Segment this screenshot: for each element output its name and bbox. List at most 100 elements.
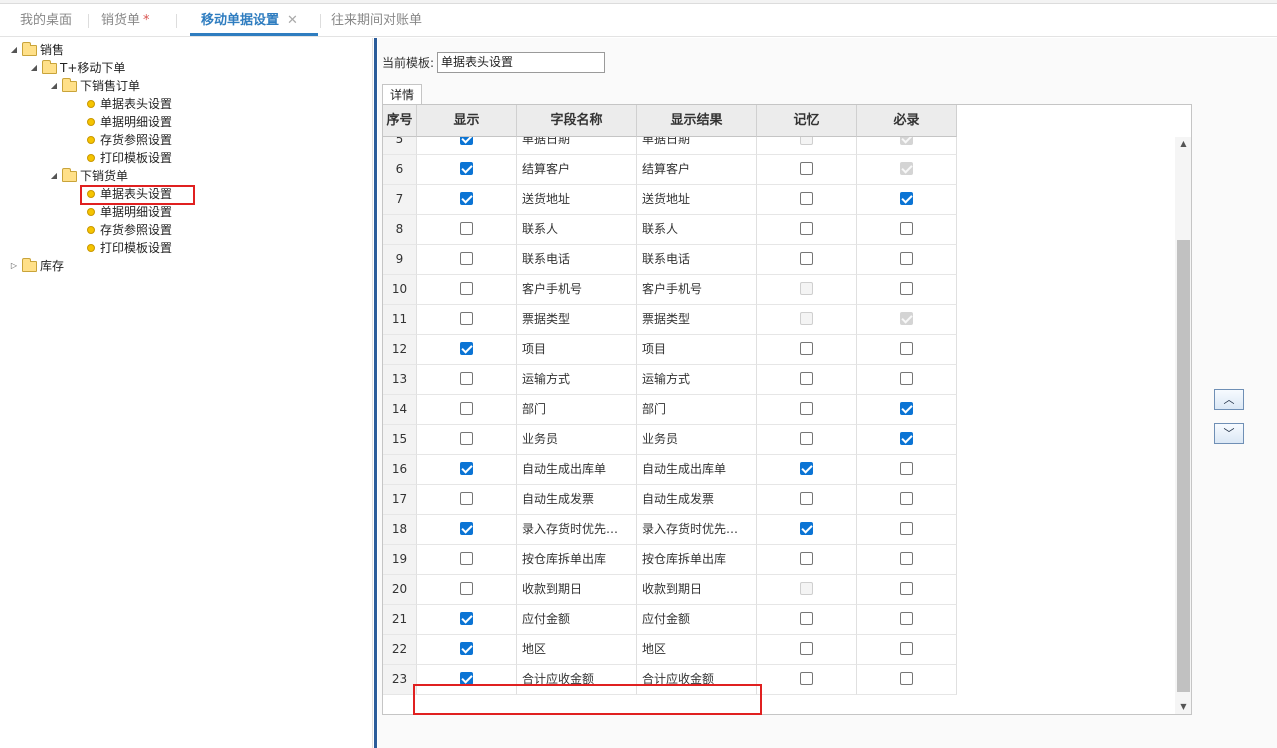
tree-node-sales[interactable]: ◢ 销售 bbox=[0, 41, 200, 59]
required-checkbox[interactable] bbox=[900, 552, 913, 565]
memory-checkbox[interactable] bbox=[800, 342, 813, 355]
cell-display-result[interactable]: 联系人 bbox=[637, 215, 757, 245]
table-row[interactable]: 7 送货地址 送货地址 bbox=[383, 185, 957, 215]
memory-checkbox[interactable] bbox=[800, 612, 813, 625]
tree-node-sales-order[interactable]: ◢ 下销售订单 bbox=[0, 77, 200, 95]
cell-display-result[interactable]: 业务员 bbox=[637, 425, 757, 455]
show-checkbox[interactable] bbox=[460, 642, 473, 655]
memory-checkbox[interactable] bbox=[800, 462, 813, 475]
show-checkbox[interactable] bbox=[460, 402, 473, 415]
show-checkbox[interactable] bbox=[460, 372, 473, 385]
scroll-up-icon[interactable]: ▲ bbox=[1175, 137, 1191, 151]
expand-arrow-icon[interactable]: ◢ bbox=[9, 41, 19, 59]
required-checkbox[interactable] bbox=[900, 642, 913, 655]
table-row[interactable]: 12 项目 项目 bbox=[383, 335, 957, 365]
table-row[interactable]: 10 客户手机号 客户手机号 bbox=[383, 275, 957, 305]
show-checkbox[interactable] bbox=[460, 282, 473, 295]
show-checkbox[interactable] bbox=[460, 432, 473, 445]
tree-leaf[interactable]: 打印模板设置 bbox=[0, 239, 200, 257]
show-checkbox[interactable] bbox=[460, 522, 473, 535]
cell-display-result[interactable]: 按仓库拆单出库 bbox=[637, 545, 757, 575]
show-checkbox[interactable] bbox=[460, 462, 473, 475]
column-header-required[interactable]: 必录 bbox=[857, 105, 957, 137]
cell-display-result[interactable]: 自动生成出库单 bbox=[637, 455, 757, 485]
cell-display-result[interactable]: 应付金额 bbox=[637, 605, 757, 635]
required-checkbox[interactable] bbox=[900, 252, 913, 265]
tree-leaf[interactable]: 打印模板设置 bbox=[0, 149, 200, 167]
show-checkbox[interactable] bbox=[460, 162, 473, 175]
move-up-button[interactable]: ︿ bbox=[1214, 389, 1244, 410]
tree-leaf[interactable]: 单据明细设置 bbox=[0, 113, 200, 131]
table-row[interactable]: 5 单据日期 单据日期 bbox=[383, 137, 957, 155]
table-row[interactable]: 16 自动生成出库单 自动生成出库单 bbox=[383, 455, 957, 485]
expand-arrow-icon[interactable]: ◢ bbox=[29, 59, 39, 77]
show-checkbox[interactable] bbox=[460, 582, 473, 595]
cell-display-result[interactable]: 运输方式 bbox=[637, 365, 757, 395]
memory-checkbox[interactable] bbox=[800, 672, 813, 685]
tree-node-t-mobile[interactable]: ◢ T+移动下单 bbox=[0, 59, 200, 77]
tab-my-desktop[interactable]: 我的桌面 bbox=[20, 5, 72, 37]
memory-checkbox[interactable] bbox=[800, 222, 813, 235]
table-row[interactable]: 20 收款到期日 收款到期日 bbox=[383, 575, 957, 605]
required-checkbox[interactable] bbox=[900, 462, 913, 475]
memory-checkbox[interactable] bbox=[800, 252, 813, 265]
memory-checkbox[interactable] bbox=[800, 492, 813, 505]
table-row[interactable]: 18 录入存货时优先… 录入存货时优先… bbox=[383, 515, 957, 545]
column-header-field-name[interactable]: 字段名称 bbox=[517, 105, 637, 137]
column-header-memory[interactable]: 记忆 bbox=[757, 105, 857, 137]
tab-details[interactable]: 详情 bbox=[382, 84, 422, 105]
cell-display-result[interactable]: 项目 bbox=[637, 335, 757, 365]
scrollbar-thumb[interactable] bbox=[1177, 240, 1190, 692]
required-checkbox[interactable] bbox=[900, 432, 913, 445]
panel-splitter[interactable] bbox=[372, 38, 377, 748]
cell-display-result[interactable]: 单据日期 bbox=[637, 137, 757, 155]
show-checkbox[interactable] bbox=[460, 312, 473, 325]
column-header-display-result[interactable]: 显示结果 bbox=[637, 105, 757, 137]
table-row[interactable]: 6 结算客户 结算客户 bbox=[383, 155, 957, 185]
memory-checkbox[interactable] bbox=[800, 402, 813, 415]
required-checkbox[interactable] bbox=[900, 372, 913, 385]
tree-node-inventory[interactable]: ▷ 库存 bbox=[0, 257, 200, 275]
memory-checkbox[interactable] bbox=[800, 522, 813, 535]
tree-leaf[interactable]: 存货参照设置 bbox=[0, 131, 200, 149]
cell-display-result[interactable]: 部门 bbox=[637, 395, 757, 425]
close-icon[interactable]: ✕ bbox=[287, 13, 298, 28]
expand-arrow-icon[interactable]: ◢ bbox=[49, 167, 59, 185]
splitter-bar[interactable] bbox=[374, 38, 377, 748]
table-row[interactable]: 21 应付金额 应付金额 bbox=[383, 605, 957, 635]
tree-leaf[interactable]: 存货参照设置 bbox=[0, 221, 200, 239]
cell-display-result[interactable]: 送货地址 bbox=[637, 185, 757, 215]
table-row[interactable]: 11 票据类型 票据类型 bbox=[383, 305, 957, 335]
table-row[interactable]: 8 联系人 联系人 bbox=[383, 215, 957, 245]
cell-display-result[interactable]: 收款到期日 bbox=[637, 575, 757, 605]
memory-checkbox[interactable] bbox=[800, 432, 813, 445]
cell-display-result[interactable]: 票据类型 bbox=[637, 305, 757, 335]
show-checkbox[interactable] bbox=[460, 612, 473, 625]
tab-mobile-doc-settings[interactable]: 移动单据设置 ✕ bbox=[190, 5, 318, 36]
required-checkbox[interactable] bbox=[900, 342, 913, 355]
cell-display-result[interactable]: 录入存货时优先… bbox=[637, 515, 757, 545]
show-checkbox[interactable] bbox=[460, 252, 473, 265]
memory-checkbox[interactable] bbox=[800, 642, 813, 655]
table-row[interactable]: 19 按仓库拆单出库 按仓库拆单出库 bbox=[383, 545, 957, 575]
show-checkbox[interactable] bbox=[460, 492, 473, 505]
tree-leaf[interactable]: 单据明细设置 bbox=[0, 203, 200, 221]
move-down-button[interactable]: ﹀ bbox=[1214, 423, 1244, 444]
cell-display-result[interactable]: 自动生成发票 bbox=[637, 485, 757, 515]
required-checkbox[interactable] bbox=[900, 672, 913, 685]
collapsed-arrow-icon[interactable]: ▷ bbox=[9, 257, 19, 275]
cell-display-result[interactable]: 联系电话 bbox=[637, 245, 757, 275]
tab-sales-delivery[interactable]: 销货单 * bbox=[101, 5, 150, 37]
vertical-scrollbar[interactable]: ▲ ▼ bbox=[1175, 137, 1191, 714]
column-header-show[interactable]: 显示 bbox=[417, 105, 517, 137]
required-checkbox[interactable] bbox=[900, 582, 913, 595]
table-row[interactable]: 14 部门 部门 bbox=[383, 395, 957, 425]
template-field[interactable]: 单据表头设置 bbox=[437, 52, 605, 73]
table-row[interactable]: 15 业务员 业务员 bbox=[383, 425, 957, 455]
show-checkbox[interactable] bbox=[460, 222, 473, 235]
show-checkbox[interactable] bbox=[460, 342, 473, 355]
required-checkbox[interactable] bbox=[900, 612, 913, 625]
tree-leaf[interactable]: 单据表头设置 bbox=[0, 95, 200, 113]
required-checkbox[interactable] bbox=[900, 282, 913, 295]
memory-checkbox[interactable] bbox=[800, 192, 813, 205]
